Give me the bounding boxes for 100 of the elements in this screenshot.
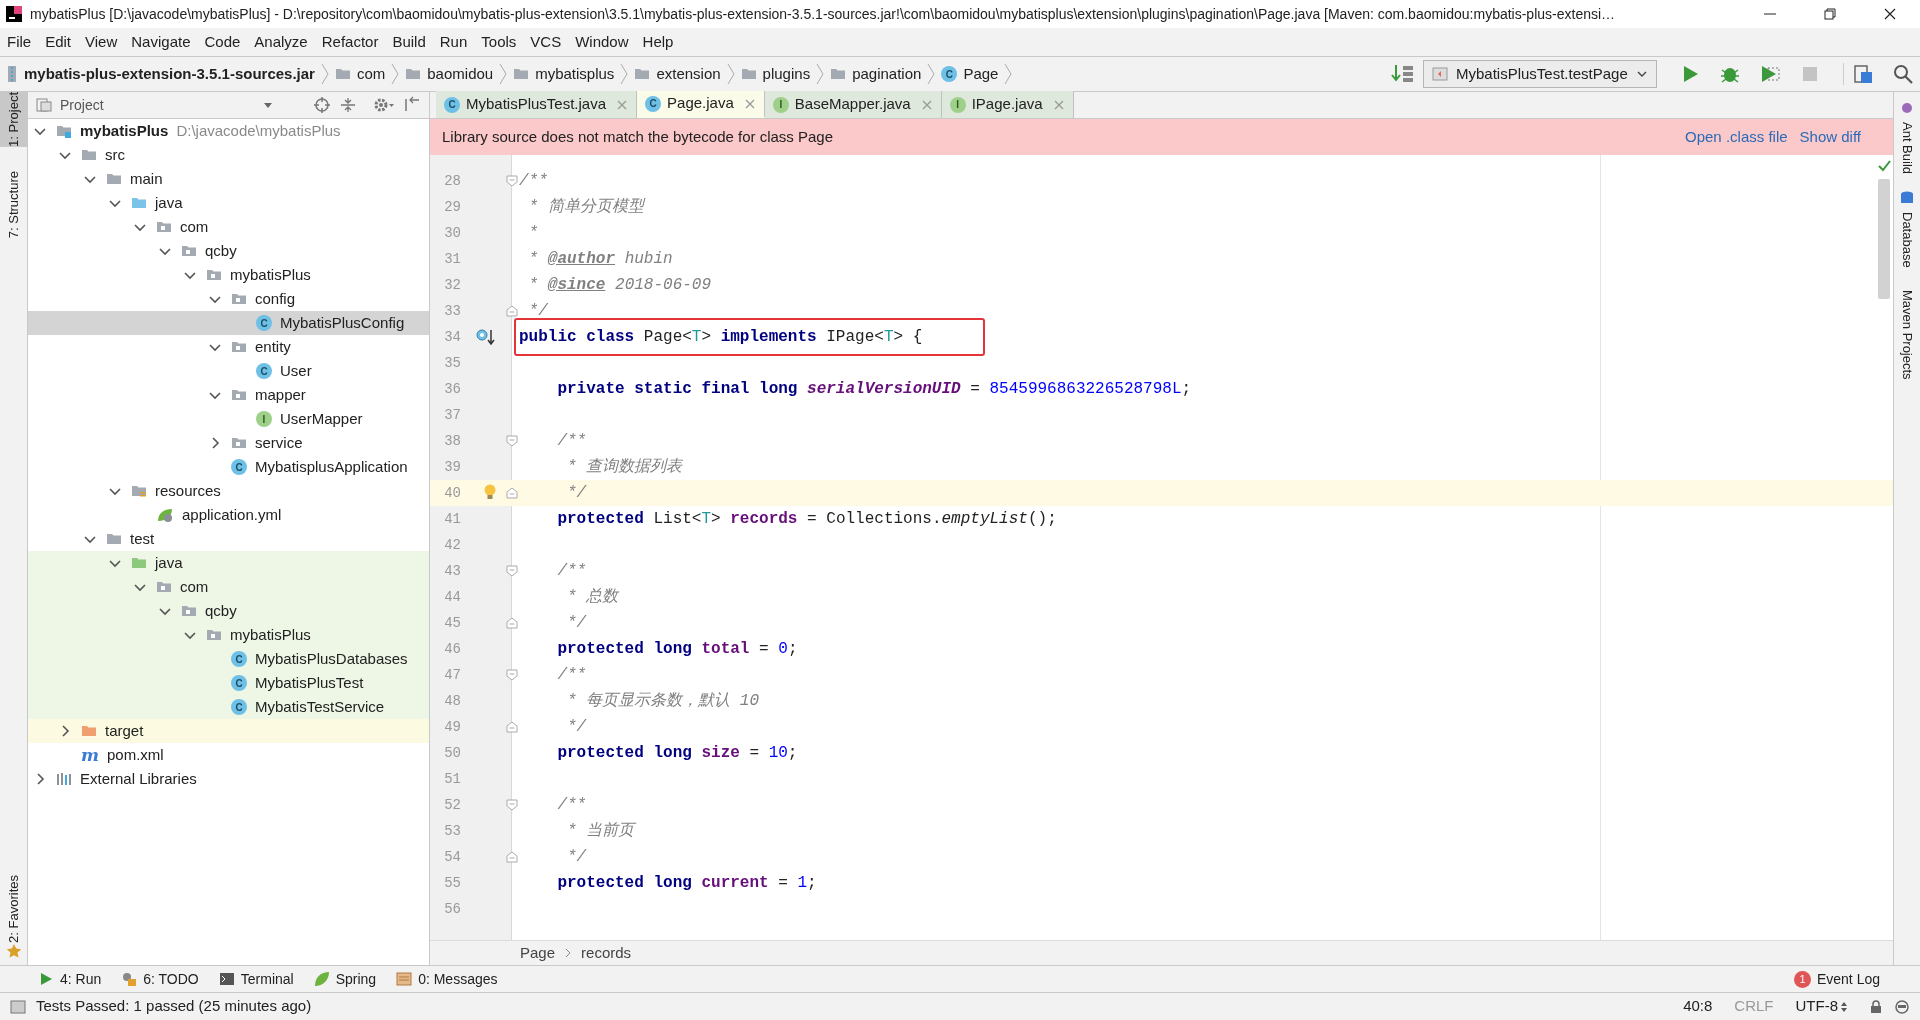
breadcrumb-item[interactable]: C Page	[935, 57, 1005, 91]
tree-item[interactable]: src	[28, 143, 429, 167]
menu-item[interactable]: View	[78, 28, 125, 56]
fold-icon[interactable]	[506, 799, 518, 811]
close-icon[interactable]	[920, 98, 933, 111]
tool-window-button[interactable]: 6: TODO	[121, 968, 199, 990]
tool-window-tab[interactable]: Ant Build	[1894, 92, 1920, 183]
banner-link[interactable]: Show diff	[1799, 125, 1861, 149]
menu-item[interactable]: Window	[568, 28, 636, 56]
tree-item[interactable]: m pom.xml	[28, 743, 429, 767]
tree-item[interactable]: C MybatisPlusTest	[28, 671, 429, 695]
tree-item[interactable]: C MybatisPlusDatabases	[28, 647, 429, 671]
tree-item[interactable]: java	[28, 191, 429, 215]
breadcrumb-item[interactable]: pagination	[824, 57, 928, 91]
editor-tab[interactable]: I IPage.java	[941, 91, 1074, 118]
breadcrumb-item[interactable]: mybatisplus	[507, 57, 621, 91]
tool-window-tab[interactable]: 7: Structure	[0, 170, 27, 239]
collapse-all-icon[interactable]	[339, 96, 357, 114]
menu-item[interactable]: Edit	[38, 28, 79, 56]
close-icon[interactable]	[743, 97, 756, 110]
tree-item[interactable]: C MybatisTestService	[28, 695, 429, 719]
breadcrumb-item[interactable]: com	[328, 57, 392, 91]
tree-item[interactable]: External Libraries	[28, 767, 429, 791]
fold-icon[interactable]	[506, 175, 518, 187]
lightbulb-icon[interactable]	[483, 484, 497, 502]
coverage-icon[interactable]	[1759, 63, 1781, 85]
tree-item[interactable]: application.yml	[28, 503, 429, 527]
tree-item[interactable]: qcby	[28, 599, 429, 623]
tree-item[interactable]: config	[28, 287, 429, 311]
tool-window-button[interactable]: Terminal	[218, 968, 294, 990]
event-log-button[interactable]: 1 Event Log	[1793, 968, 1880, 990]
search-icon[interactable]	[1892, 63, 1914, 85]
tree-item[interactable]: mybatisPlus D:\javacode\mybatisPlus	[28, 119, 429, 143]
fold-icon[interactable]	[506, 565, 518, 577]
breadcrumb-item[interactable]: baomidou	[399, 57, 500, 91]
tree-item[interactable]: I UserMapper	[28, 407, 429, 431]
tool-window-button[interactable]: Spring	[313, 968, 377, 990]
tree-item[interactable]: mapper	[28, 383, 429, 407]
fold-icon[interactable]	[506, 487, 518, 499]
tool-window-tab[interactable]: Database	[1894, 182, 1920, 276]
tree-item[interactable]: service	[28, 431, 429, 455]
tree-item[interactable]: target	[28, 719, 429, 743]
tree-item[interactable]: qcby	[28, 239, 429, 263]
implements-icon[interactable]	[475, 327, 495, 347]
breadcrumb-item[interactable]: extension	[628, 57, 727, 91]
menu-item[interactable]: File	[0, 28, 39, 56]
gear-icon[interactable]	[373, 96, 395, 114]
menu-item[interactable]: Navigate	[124, 28, 198, 56]
menu-item[interactable]: Code	[197, 28, 248, 56]
editor-tab[interactable]: C Page.java	[637, 91, 765, 118]
tool-window-tab[interactable]: 1: Project	[0, 92, 27, 147]
build-icon[interactable]	[1391, 63, 1415, 85]
breadcrumb-item[interactable]: Page	[520, 941, 556, 965]
close-icon[interactable]	[616, 98, 629, 111]
editor-tab[interactable]: C MybatisPlusTest.java	[436, 91, 638, 118]
scrollbar-thumb[interactable]	[1878, 179, 1890, 299]
run-config-dropdown[interactable]: MybatisPlusTest.testPage	[1423, 60, 1657, 88]
close-icon[interactable]	[1052, 98, 1065, 111]
fold-icon[interactable]	[506, 669, 518, 681]
tree-item[interactable]: entity	[28, 335, 429, 359]
tool-window-button[interactable]: 0: Messages	[396, 968, 498, 990]
inspector-icon[interactable]	[1894, 998, 1910, 1015]
fold-icon[interactable]	[506, 305, 518, 317]
panel-toggle-icon[interactable]	[10, 998, 26, 1015]
caret-position[interactable]: 40:8	[1683, 995, 1713, 1018]
menu-item[interactable]: Analyze	[247, 28, 315, 56]
lock-icon[interactable]	[1870, 999, 1882, 1014]
tree-item[interactable]: test	[28, 527, 429, 551]
tree-item[interactable]: com	[28, 215, 429, 239]
editor-tab[interactable]: I BaseMapper.java	[764, 91, 942, 118]
tree-item[interactable]: C MybatisPlusConfig	[28, 311, 429, 335]
menu-item[interactable]: Run	[432, 28, 475, 56]
tool-window-button[interactable]: 4: Run	[38, 968, 102, 990]
tree-item[interactable]: mybatisPlus	[28, 623, 429, 647]
locate-icon[interactable]	[313, 96, 331, 114]
banner-link[interactable]: Open .class file	[1685, 125, 1788, 149]
encoding-selector[interactable]: UTF-8	[1795, 995, 1838, 1018]
tree-item[interactable]: resources	[28, 479, 429, 503]
tool-window-tab[interactable]: Maven Projects	[1894, 275, 1920, 388]
menu-item[interactable]: VCS	[523, 28, 569, 56]
menu-item[interactable]: Tools	[474, 28, 524, 56]
structure-icon[interactable]	[1843, 63, 1874, 85]
fold-icon[interactable]	[506, 435, 518, 447]
tree-item[interactable]: java	[28, 551, 429, 575]
fold-icon[interactable]	[506, 721, 518, 733]
tree-item[interactable]: C User	[28, 359, 429, 383]
breadcrumb-item[interactable]: records	[581, 941, 632, 965]
breadcrumb-item[interactable]: mybatis-plus-extension-3.5.1-sources.jar	[0, 57, 321, 91]
menu-item[interactable]: Help	[635, 28, 681, 56]
tool-window-tab[interactable]: 2: Favorites	[0, 875, 27, 943]
tree-item[interactable]: C MybatisplusApplication	[28, 455, 429, 479]
fold-icon[interactable]	[506, 851, 518, 863]
breadcrumb-item[interactable]: plugins	[734, 57, 817, 91]
tree-item[interactable]: mybatisPlus	[28, 263, 429, 287]
tree-item[interactable]: main	[28, 167, 429, 191]
menu-item[interactable]: Refactor	[314, 28, 386, 56]
menu-item[interactable]: Build	[385, 28, 433, 56]
tree-item[interactable]: com	[28, 575, 429, 599]
fold-icon[interactable]	[506, 617, 518, 629]
hide-icon[interactable]	[403, 96, 421, 114]
